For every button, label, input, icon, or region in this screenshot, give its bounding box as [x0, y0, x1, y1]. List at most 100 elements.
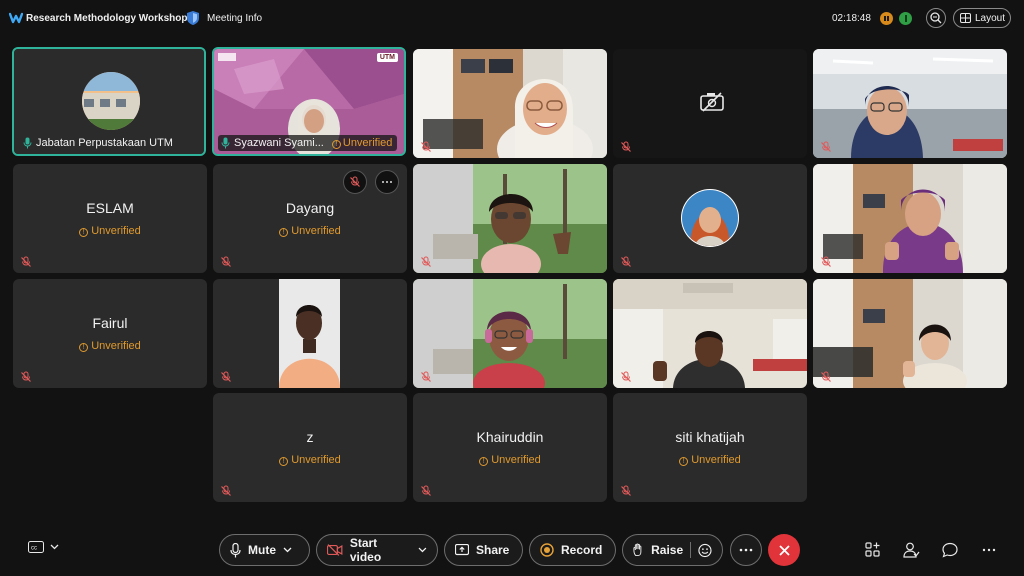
participant-tile-eslam[interactable]: ESLAM ! Unverified: [13, 164, 207, 273]
participant-tile-video-1[interactable]: [413, 49, 607, 158]
layout-grid-icon: [960, 13, 971, 23]
microphone-active-icon: [23, 137, 32, 149]
recording-paused-icon: [880, 12, 893, 25]
microphone-muted-icon: [821, 371, 831, 382]
participant-tile-siti-khatijah[interactable]: siti khatijah ! Unverified: [613, 393, 807, 502]
participant-video: [413, 279, 607, 388]
participant-tile-fairul[interactable]: Fairul ! Unverified: [13, 279, 207, 388]
participant-video: [279, 279, 340, 388]
close-icon: [778, 544, 790, 556]
microphone-muted-icon: [421, 141, 431, 152]
share-button[interactable]: Share: [444, 534, 523, 566]
meeting-info-link[interactable]: Meeting Info: [207, 13, 262, 24]
utm-badge: UTM: [376, 53, 398, 62]
unverified-status: ! Unverified: [13, 225, 207, 237]
microphone-muted-icon: [21, 371, 31, 382]
more-icon: [739, 548, 753, 552]
microphone-muted-icon: [221, 256, 231, 267]
microphone-muted-icon: [621, 141, 631, 152]
raise-label: Raise: [651, 543, 684, 557]
microphone-muted-icon: [350, 176, 360, 187]
chat-icon[interactable]: [941, 541, 959, 559]
title-bar: Research Methodology Workshop Meeting In…: [0, 0, 1024, 38]
start-video-label: Start video: [349, 536, 382, 564]
participant-name: Fairul: [92, 315, 128, 331]
mute-label: Mute: [248, 543, 276, 557]
shield-icon[interactable]: [186, 10, 200, 26]
participant-video: [813, 49, 1007, 158]
network-health-icon[interactable]: [899, 12, 912, 25]
participant-name: Khairuddin: [476, 429, 544, 445]
participant-label: Jabatan Perpustakaan UTM: [20, 135, 178, 151]
microphone-muted-icon: [621, 256, 631, 267]
participant-tile-z[interactable]: z ! Unverified: [213, 393, 407, 502]
participant-tile-video-2[interactable]: [813, 49, 1007, 158]
microphone-muted-icon: [821, 256, 831, 267]
unverified-status: ! Unverified: [13, 340, 207, 352]
share-label: Share: [476, 543, 510, 557]
participant-more-options-button[interactable]: [375, 170, 399, 194]
microphone-muted-icon: [421, 485, 431, 496]
microphone-active-icon: [221, 137, 230, 149]
participant-tile-jabatan[interactable]: Jabatan Perpustakaan UTM: [12, 47, 206, 156]
zoom-button[interactable]: [926, 8, 946, 28]
participant-tile-avatar[interactable]: [613, 164, 807, 273]
chevron-down-icon: [50, 544, 59, 550]
more-icon[interactable]: [980, 541, 998, 559]
participant-tile-dayang[interactable]: Dayang ! Unverified: [213, 164, 407, 273]
unverified-status: ! Unverified: [213, 225, 407, 237]
microphone-icon: [230, 542, 241, 557]
raise-hand-button[interactable]: Raise: [622, 534, 723, 566]
microphone-muted-icon: [221, 485, 231, 496]
closed-captions-button[interactable]: cc: [28, 541, 59, 553]
participant-tile-camera-off[interactable]: [613, 49, 807, 158]
participant-video: [813, 279, 1007, 388]
participant-name: siti khatijah: [675, 429, 745, 445]
closed-captions-icon: cc: [28, 541, 44, 553]
participant-name: z: [306, 429, 314, 445]
participant-tile-video-5[interactable]: [213, 279, 407, 388]
participant-name: Syazwani Syami...: [234, 137, 324, 149]
layout-button[interactable]: Layout: [953, 8, 1011, 28]
participant-label: Syazwani Syami... ! Unverified: [218, 135, 398, 151]
participant-video: [413, 164, 607, 273]
unverified-status: ! Unverified: [613, 454, 807, 466]
webex-logo-icon: [9, 12, 23, 24]
unverified-status: ! Unverified: [328, 137, 392, 149]
participant-tile-video-4[interactable]: [813, 164, 1007, 273]
camera-off-icon: [700, 92, 724, 112]
participant-tile-video-6[interactable]: [413, 279, 607, 388]
reactions-icon[interactable]: [698, 543, 712, 558]
participant-tile-video-7[interactable]: [613, 279, 807, 388]
more-icon: [382, 181, 392, 183]
participant-tile-video-3[interactable]: [413, 164, 607, 273]
more-options-button[interactable]: [730, 534, 762, 566]
record-icon: [540, 543, 554, 557]
separator: [690, 542, 692, 558]
participant-tile-khairuddin[interactable]: Khairuddin ! Unverified: [413, 393, 607, 502]
chevron-down-icon[interactable]: [418, 547, 427, 553]
microphone-muted-icon: [621, 371, 631, 382]
unverified-status: ! Unverified: [413, 454, 607, 466]
participant-video: [613, 279, 807, 388]
participant-name: Jabatan Perpustakaan UTM: [36, 137, 173, 149]
start-video-button[interactable]: Start video: [316, 534, 438, 566]
participant-tile-video-8[interactable]: [813, 279, 1007, 388]
mute-participant-button[interactable]: [343, 170, 367, 194]
microphone-muted-icon: [421, 256, 431, 267]
chevron-down-icon[interactable]: [283, 547, 292, 553]
unverified-status: ! Unverified: [213, 454, 407, 466]
record-button[interactable]: Record: [529, 534, 616, 566]
leave-meeting-button[interactable]: [768, 534, 800, 566]
mute-button[interactable]: Mute: [219, 534, 310, 566]
participants-icon[interactable]: [902, 541, 920, 559]
zoom-icon: [930, 12, 942, 24]
microphone-muted-icon: [221, 371, 231, 382]
meeting-timer: 02:18:48: [832, 13, 871, 24]
video-off-icon: [327, 544, 343, 556]
participant-tile-syazwani[interactable]: UTM Syazwani Syami... ! Unverified: [212, 47, 406, 156]
apps-icon[interactable]: [864, 541, 882, 559]
participant-name: Dayang: [285, 200, 335, 216]
record-label: Record: [561, 543, 603, 557]
participant-video: [813, 164, 1007, 273]
